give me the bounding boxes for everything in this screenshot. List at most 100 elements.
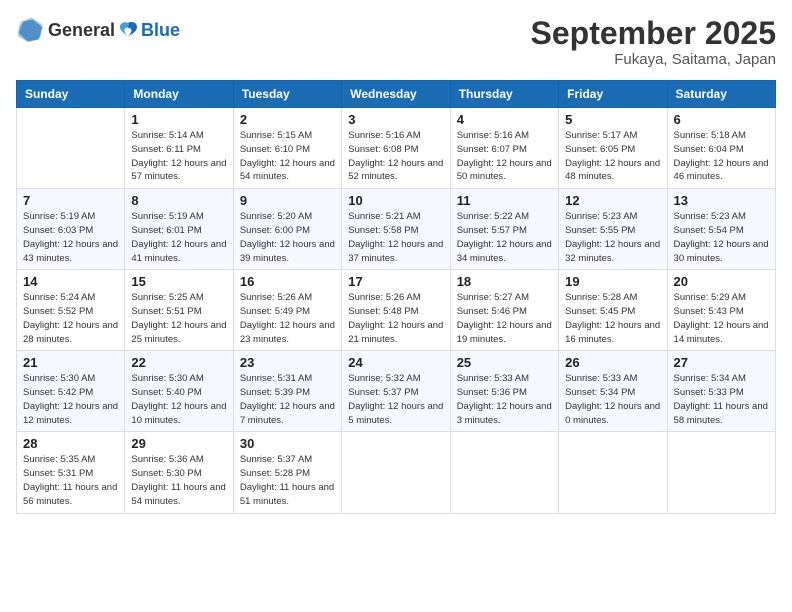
calendar-cell: 12 Sunrise: 5:23 AM Sunset: 5:55 PM Dayli… [559,189,667,270]
calendar-cell: 28 Sunrise: 5:35 AM Sunset: 5:31 PM Dayli… [17,432,125,513]
logo-blue: Blue [141,20,180,41]
day-info: Sunrise: 5:36 AM Sunset: 5:30 PM Dayligh… [131,453,226,508]
day-info: Sunrise: 5:34 AM Sunset: 5:33 PM Dayligh… [674,372,769,427]
day-number: 11 [457,193,552,208]
calendar-week-1: 1 Sunrise: 5:14 AM Sunset: 6:11 PM Daylig… [17,108,776,189]
day-number: 22 [131,355,226,370]
day-info: Sunrise: 5:33 AM Sunset: 5:36 PM Dayligh… [457,372,552,427]
day-info: Sunrise: 5:33 AM Sunset: 5:34 PM Dayligh… [565,372,660,427]
day-header-sunday: Sunday [17,81,125,108]
day-info: Sunrise: 5:23 AM Sunset: 5:54 PM Dayligh… [674,210,769,265]
day-info: Sunrise: 5:22 AM Sunset: 5:57 PM Dayligh… [457,210,552,265]
day-number: 6 [674,112,769,127]
calendar-cell: 2 Sunrise: 5:15 AM Sunset: 6:10 PM Daylig… [233,108,341,189]
day-number: 12 [565,193,660,208]
day-number: 28 [23,436,118,451]
calendar-cell: 17 Sunrise: 5:26 AM Sunset: 5:48 PM Dayli… [342,270,450,351]
day-header-thursday: Thursday [450,81,558,108]
calendar-cell: 21Sunrise: 5:30 AM Sunset: 5:42 PM Dayli… [17,351,125,432]
calendar-cell [450,432,558,513]
day-number: 18 [457,274,552,289]
day-number: 19 [565,274,660,289]
day-number: 8 [131,193,226,208]
day-info: Sunrise: 5:14 AM Sunset: 6:11 PM Dayligh… [131,129,226,184]
calendar-cell: 19 Sunrise: 5:28 AM Sunset: 5:45 PM Dayli… [559,270,667,351]
day-header-saturday: Saturday [667,81,775,108]
day-number: 17 [348,274,443,289]
calendar-week-2: 7Sunrise: 5:19 AM Sunset: 6:03 PM Daylig… [17,189,776,270]
calendar-cell: 6 Sunrise: 5:18 AM Sunset: 6:04 PM Daylig… [667,108,775,189]
day-number: 21 [23,355,118,370]
calendar-cell [342,432,450,513]
calendar-cell: 10 Sunrise: 5:21 AM Sunset: 5:58 PM Dayli… [342,189,450,270]
day-info: Sunrise: 5:19 AM Sunset: 6:01 PM Dayligh… [131,210,226,265]
day-number: 20 [674,274,769,289]
day-header-friday: Friday [559,81,667,108]
day-number: 5 [565,112,660,127]
day-number: 9 [240,193,335,208]
day-info: Sunrise: 5:20 AM Sunset: 6:00 PM Dayligh… [240,210,335,265]
day-info: Sunrise: 5:18 AM Sunset: 6:04 PM Dayligh… [674,129,769,184]
day-info: Sunrise: 5:29 AM Sunset: 5:43 PM Dayligh… [674,291,769,346]
day-number: 2 [240,112,335,127]
day-number: 10 [348,193,443,208]
day-info: Sunrise: 5:32 AM Sunset: 5:37 PM Dayligh… [348,372,443,427]
calendar-cell: 15Sunrise: 5:25 AM Sunset: 5:51 PM Dayli… [125,270,233,351]
calendar-cell: 24 Sunrise: 5:32 AM Sunset: 5:37 PM Dayli… [342,351,450,432]
day-number: 13 [674,193,769,208]
logo-text: General Blue [48,19,180,41]
day-info: Sunrise: 5:27 AM Sunset: 5:46 PM Dayligh… [457,291,552,346]
calendar-cell: 22 Sunrise: 5:30 AM Sunset: 5:40 PM Dayli… [125,351,233,432]
calendar-cell: 29Sunrise: 5:36 AM Sunset: 5:30 PM Dayli… [125,432,233,513]
day-info: Sunrise: 5:28 AM Sunset: 5:45 PM Dayligh… [565,291,660,346]
title-block: September 2025 Fukaya, Saitama, Japan [531,16,776,68]
day-number: 3 [348,112,443,127]
calendar-week-4: 21Sunrise: 5:30 AM Sunset: 5:42 PM Dayli… [17,351,776,432]
calendar-cell: 1 Sunrise: 5:14 AM Sunset: 6:11 PM Daylig… [125,108,233,189]
calendar-cell: 27Sunrise: 5:34 AM Sunset: 5:33 PM Dayli… [667,351,775,432]
day-info: Sunrise: 5:31 AM Sunset: 5:39 PM Dayligh… [240,372,335,427]
day-number: 30 [240,436,335,451]
calendar-cell [559,432,667,513]
logo-icon [16,16,44,44]
calendar-cell: 11 Sunrise: 5:22 AM Sunset: 5:57 PM Dayli… [450,189,558,270]
calendar-cell: 8 Sunrise: 5:19 AM Sunset: 6:01 PM Daylig… [125,189,233,270]
calendar-week-3: 14Sunrise: 5:24 AM Sunset: 5:52 PM Dayli… [17,270,776,351]
logo-general: General [48,20,115,41]
calendar-cell: 18 Sunrise: 5:27 AM Sunset: 5:46 PM Dayli… [450,270,558,351]
day-number: 15 [131,274,226,289]
calendar-cell: 23 Sunrise: 5:31 AM Sunset: 5:39 PM Dayli… [233,351,341,432]
day-number: 23 [240,355,335,370]
day-header-wednesday: Wednesday [342,81,450,108]
day-info: Sunrise: 5:21 AM Sunset: 5:58 PM Dayligh… [348,210,443,265]
calendar-cell: 20 Sunrise: 5:29 AM Sunset: 5:43 PM Dayli… [667,270,775,351]
calendar-cell [17,108,125,189]
day-info: Sunrise: 5:30 AM Sunset: 5:40 PM Dayligh… [131,372,226,427]
day-number: 24 [348,355,443,370]
day-info: Sunrise: 5:16 AM Sunset: 6:08 PM Dayligh… [348,129,443,184]
day-number: 25 [457,355,552,370]
day-info: Sunrise: 5:23 AM Sunset: 5:55 PM Dayligh… [565,210,660,265]
day-info: Sunrise: 5:24 AM Sunset: 5:52 PM Dayligh… [23,291,118,346]
day-info: Sunrise: 5:35 AM Sunset: 5:31 PM Dayligh… [23,453,118,508]
calendar-cell: 26Sunrise: 5:33 AM Sunset: 5:34 PM Dayli… [559,351,667,432]
day-number: 16 [240,274,335,289]
day-header-tuesday: Tuesday [233,81,341,108]
page-header: General Blue September 2025 Fukaya, Sait… [16,16,776,68]
day-header-monday: Monday [125,81,233,108]
logo: General Blue [16,16,180,44]
day-number: 4 [457,112,552,127]
day-number: 7 [23,193,118,208]
day-info: Sunrise: 5:26 AM Sunset: 5:49 PM Dayligh… [240,291,335,346]
calendar-cell [667,432,775,513]
calendar-cell: 16 Sunrise: 5:26 AM Sunset: 5:49 PM Dayli… [233,270,341,351]
day-info: Sunrise: 5:37 AM Sunset: 5:28 PM Dayligh… [240,453,335,508]
calendar-cell: 7Sunrise: 5:19 AM Sunset: 6:03 PM Daylig… [17,189,125,270]
calendar-cell: 5Sunrise: 5:17 AM Sunset: 6:05 PM Daylig… [559,108,667,189]
day-info: Sunrise: 5:26 AM Sunset: 5:48 PM Dayligh… [348,291,443,346]
day-number: 1 [131,112,226,127]
day-info: Sunrise: 5:15 AM Sunset: 6:10 PM Dayligh… [240,129,335,184]
calendar-cell: 25 Sunrise: 5:33 AM Sunset: 5:36 PM Dayli… [450,351,558,432]
month-year-title: September 2025 [531,16,776,51]
calendar-table: SundayMondayTuesdayWednesdayThursdayFrid… [16,80,776,513]
